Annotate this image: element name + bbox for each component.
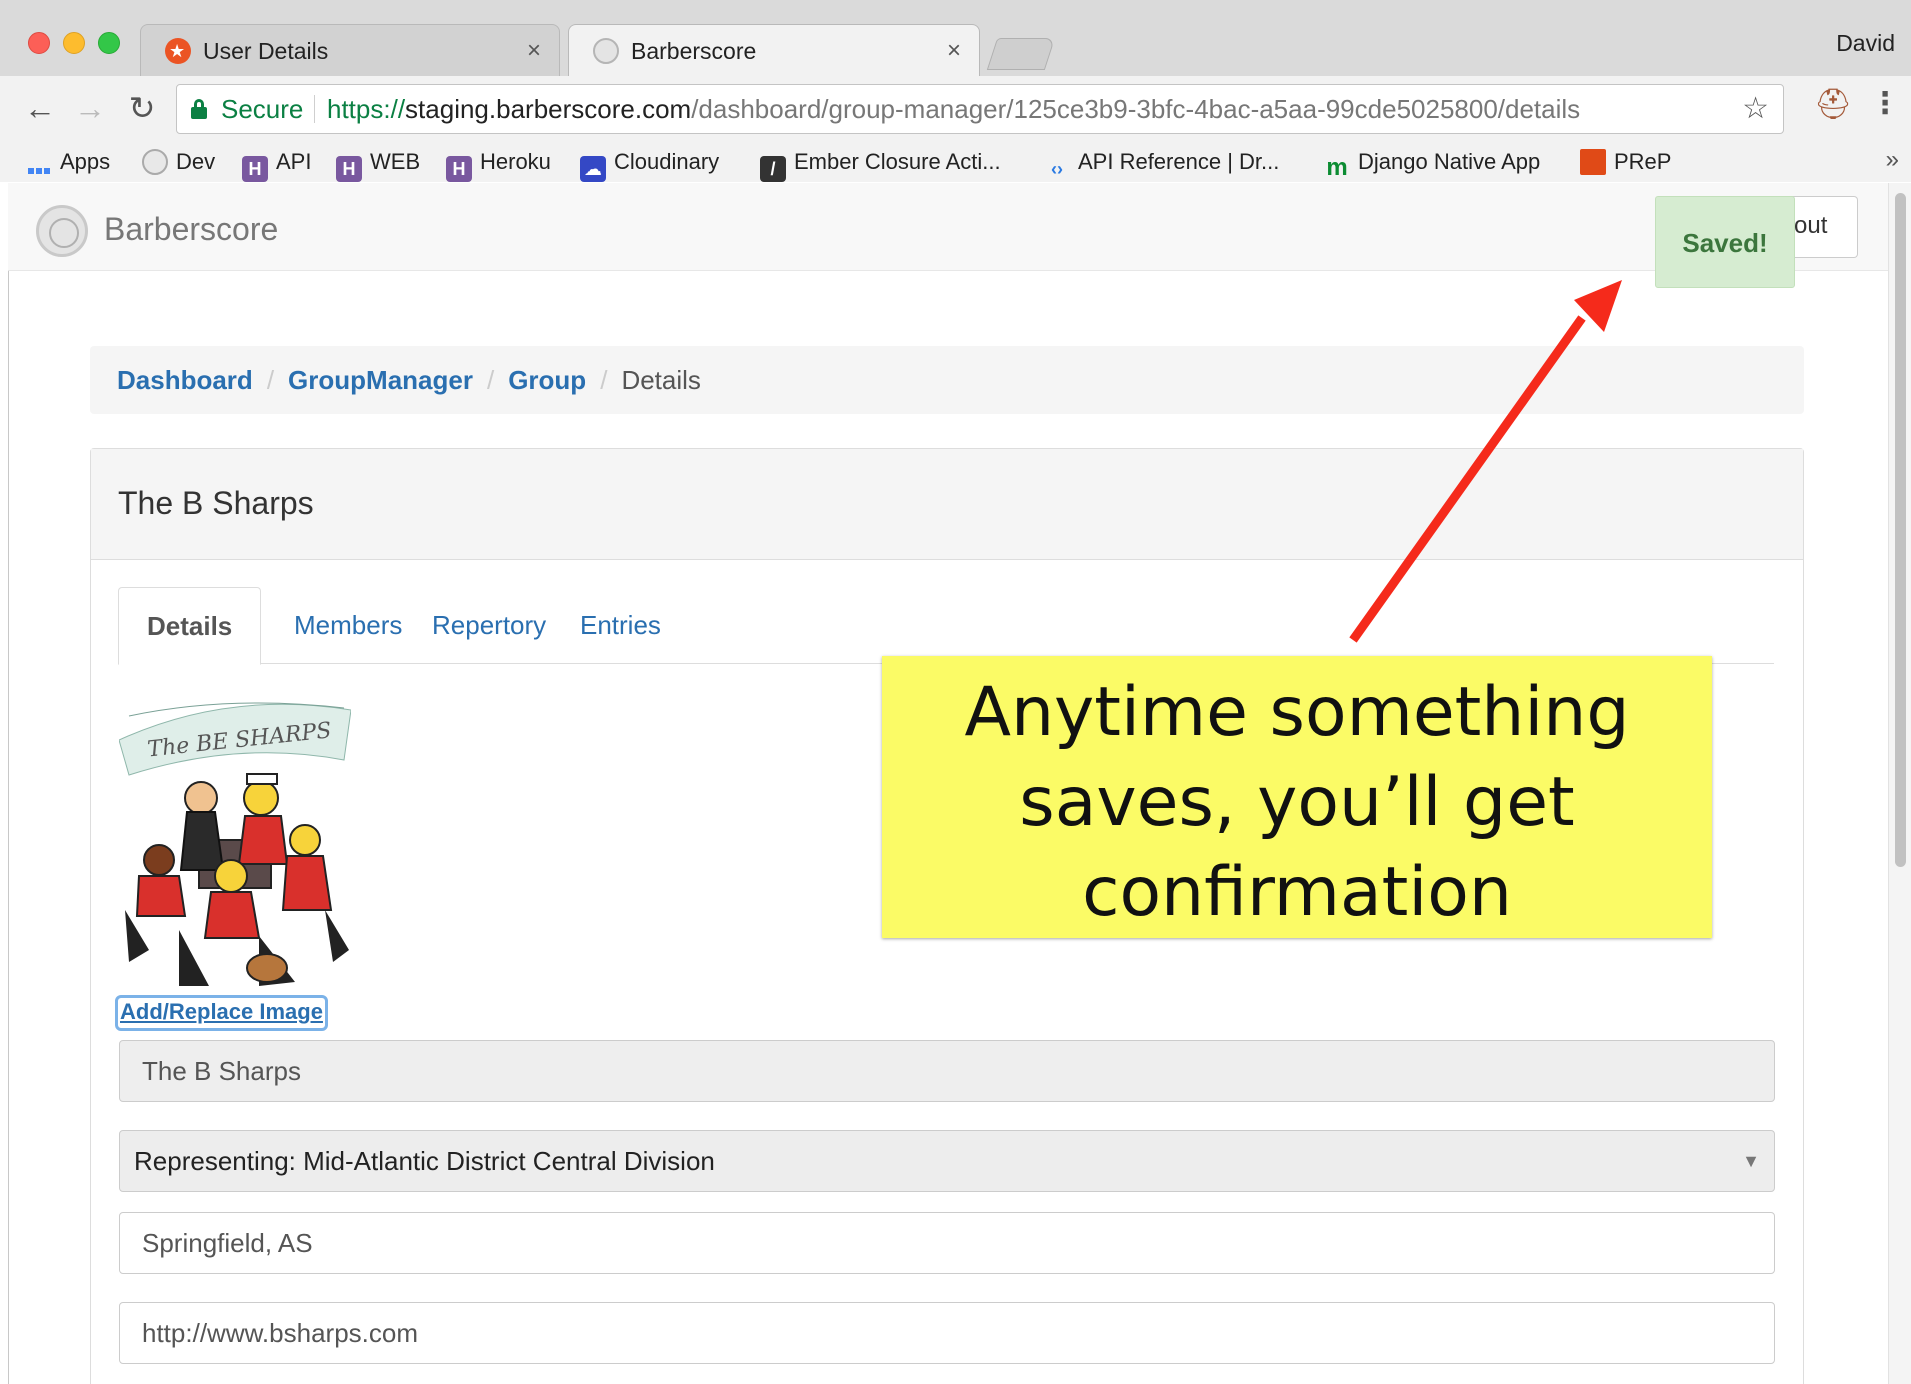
minimize-window-button[interactable] xyxy=(63,32,85,54)
website-field[interactable]: http://www.bsharps.com xyxy=(119,1302,1775,1364)
lock-icon xyxy=(191,99,207,119)
browser-titlebar: User Details × Barberscore × David xyxy=(0,0,1911,77)
logout-button[interactable]: out xyxy=(1788,196,1858,258)
ember-icon: / xyxy=(760,156,786,182)
django-m-icon: m xyxy=(1326,154,1348,181)
barbershop-quartet-illustration xyxy=(125,773,349,986)
tab-repertory[interactable]: Repertory xyxy=(404,587,574,664)
close-tab-icon[interactable]: × xyxy=(527,25,541,77)
heroku-icon: H xyxy=(336,156,362,182)
barberscore-logo[interactable] xyxy=(36,205,88,257)
extension-icon[interactable]: ⛑ xyxy=(1814,88,1852,122)
bookmark-dev[interactable]: Dev xyxy=(142,146,215,178)
close-tab-icon[interactable]: × xyxy=(947,25,961,77)
bookmark-api-reference[interactable]: ‹› API Reference | Dr... xyxy=(1044,146,1279,179)
location-field[interactable]: Springfield, AS xyxy=(119,1212,1775,1274)
address-bar[interactable]: Secure https://staging.barberscore.com/d… xyxy=(176,84,1784,134)
app-navbar: Barberscore xyxy=(8,183,1888,271)
representing-select-value: Representing: Mid-Atlantic District Cent… xyxy=(134,1146,715,1176)
prep-icon xyxy=(1580,149,1606,175)
forward-arrow-icon[interactable]: → xyxy=(72,90,108,126)
heroku-icon: H xyxy=(242,156,268,182)
breadcrumb-separator: / xyxy=(486,365,495,395)
reload-icon[interactable]: ↻ xyxy=(124,90,160,126)
bookmark-cloudinary[interactable]: ☁ Cloudinary xyxy=(580,146,719,182)
breadcrumb-details: Details xyxy=(621,365,701,395)
maximize-window-button[interactable] xyxy=(98,32,120,54)
bookmark-heroku[interactable]: H Heroku xyxy=(446,146,551,182)
annotation-callout: Anytime something saves, you’ll get conf… xyxy=(882,656,1712,938)
tab-title: Barberscore xyxy=(631,38,757,64)
bookmark-apps[interactable]: Apps xyxy=(26,146,110,178)
new-tab-button[interactable] xyxy=(986,38,1056,70)
barberscore-icon xyxy=(593,38,619,64)
bookmark-ember-closure[interactable]: / Ember Closure Acti... xyxy=(760,146,1001,182)
back-arrow-icon[interactable]: ← xyxy=(22,90,58,126)
breadcrumb-dashboard[interactable]: Dashboard xyxy=(117,365,253,395)
group-name-field[interactable]: The B Sharps xyxy=(119,1040,1775,1102)
bookmark-api[interactable]: H API xyxy=(242,146,311,182)
apps-grid-icon xyxy=(26,156,52,182)
globe-icon xyxy=(142,149,168,175)
group-tabs: Details Members Repertory Entries xyxy=(118,587,1774,665)
browser-toolbar: ← → ↻ Secure https://staging.barberscore… xyxy=(0,76,1911,142)
bookmarks-bar: Apps Dev H API H WEB H Heroku ☁ Cloudinary /… xyxy=(0,142,1911,182)
tab-title: User Details xyxy=(203,38,329,64)
more-menu-icon[interactable]: ⋮ xyxy=(1870,86,1900,122)
chevron-down-icon: ▼ xyxy=(1742,1151,1760,1171)
breadcrumb: Dashboard / GroupManager / Group / Details xyxy=(90,346,1804,414)
bookmark-star-icon[interactable]: ☆ xyxy=(1742,85,1769,133)
scrollbar-thumb[interactable] xyxy=(1895,193,1906,867)
group-image: The BE SHARPS xyxy=(119,700,351,992)
tab-entries[interactable]: Entries xyxy=(552,587,689,664)
breadcrumb-separator: / xyxy=(600,365,608,395)
bookmark-web[interactable]: H WEB xyxy=(336,146,420,182)
callout-line: confirmation xyxy=(1082,853,1512,932)
bookmark-prep[interactable]: PReP xyxy=(1580,146,1671,178)
tab-details[interactable]: Details xyxy=(118,587,262,665)
representing-select[interactable]: Representing: Mid-Atlantic District Cent… xyxy=(119,1130,1775,1192)
breadcrumb-separator: / xyxy=(266,365,275,395)
bookmarks-overflow-icon[interactable]: » xyxy=(1886,146,1899,174)
brand-name[interactable]: Barberscore xyxy=(104,211,278,248)
auth0-icon xyxy=(165,25,191,77)
url-text: https://staging.barberscore.com/dashboar… xyxy=(327,94,1581,124)
profile-name[interactable]: David xyxy=(1836,30,1895,57)
browser-tab-user-details[interactable]: User Details × xyxy=(140,24,560,77)
group-title: The B Sharps xyxy=(118,485,314,521)
scrollbar[interactable] xyxy=(1888,183,1911,1384)
cloudinary-icon: ☁ xyxy=(580,156,606,182)
callout-line: Anytime something xyxy=(964,673,1630,752)
secure-label: Secure xyxy=(221,94,304,124)
add-replace-image-link[interactable]: Add/Replace Image xyxy=(115,995,328,1031)
bookmark-django-native[interactable]: m Django Native App xyxy=(1324,146,1540,181)
browser-chrome: User Details × Barberscore × David ← → ↻… xyxy=(0,0,1911,182)
callout-line: saves, you’ll get xyxy=(1019,763,1575,842)
breadcrumb-groupmanager[interactable]: GroupManager xyxy=(288,365,473,395)
breadcrumb-group[interactable]: Group xyxy=(508,365,586,395)
code-brackets-icon: ‹› xyxy=(1051,159,1063,179)
saved-toast: Saved! xyxy=(1655,196,1795,288)
close-window-button[interactable] xyxy=(28,32,50,54)
heroku-icon: H xyxy=(446,156,472,182)
browser-tab-barberscore[interactable]: Barberscore × xyxy=(568,24,980,76)
panel-heading: The B Sharps xyxy=(91,449,1803,560)
